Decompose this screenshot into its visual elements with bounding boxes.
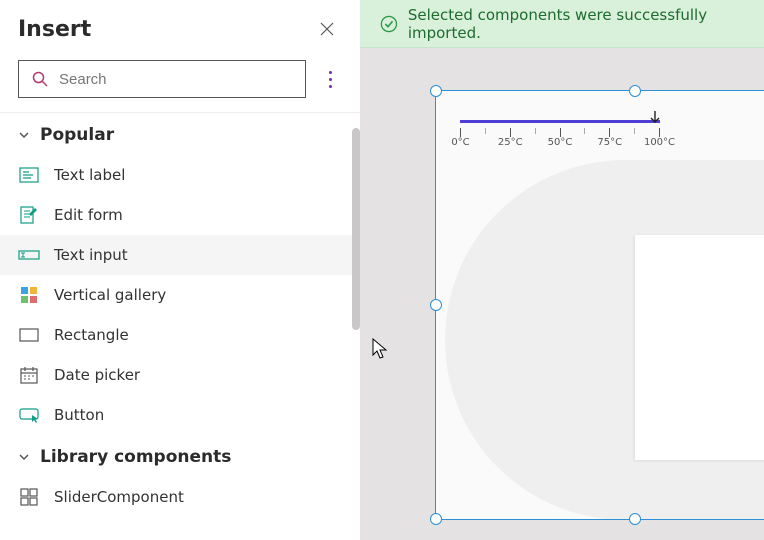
section-header-popular[interactable]: Popular — [0, 113, 360, 155]
item-button[interactable]: Button — [0, 395, 360, 435]
item-edit-form[interactable]: Edit form — [0, 195, 360, 235]
insert-panel: Insert Popular Text label — [0, 0, 360, 540]
search-icon — [31, 70, 49, 88]
item-label: Text input — [54, 246, 128, 264]
text-input-icon — [18, 245, 40, 265]
more-menu-button[interactable] — [318, 63, 342, 95]
component-icon — [18, 487, 40, 507]
text-label-icon — [18, 165, 40, 185]
resize-handle-tm[interactable] — [629, 85, 641, 97]
item-label: Vertical gallery — [54, 286, 166, 304]
vertical-gallery-icon — [18, 285, 40, 305]
chevron-down-icon — [18, 451, 30, 463]
close-icon — [319, 21, 335, 37]
search-input[interactable] — [59, 71, 293, 88]
component-list[interactable]: Popular Text label Edit form Text input — [0, 112, 360, 540]
edit-form-icon — [18, 205, 40, 225]
notification-bar: Selected components were successfully im… — [360, 0, 764, 48]
item-label: Button — [54, 406, 104, 424]
item-label: SliderComponent — [54, 488, 184, 506]
search-row — [0, 54, 360, 112]
dot-icon — [329, 85, 332, 88]
resize-handle-ml[interactable] — [430, 299, 442, 311]
section-header-library[interactable]: Library components — [0, 435, 360, 477]
item-slidercomponent[interactable]: SliderComponent — [0, 477, 360, 517]
date-picker-icon — [18, 365, 40, 385]
resize-handle-bl[interactable] — [430, 513, 442, 525]
dot-icon — [329, 78, 332, 81]
section-title: Library components — [40, 447, 231, 467]
item-rectangle[interactable]: Rectangle — [0, 315, 360, 355]
chevron-down-icon — [18, 129, 30, 141]
resize-handle-bm[interactable] — [629, 513, 641, 525]
notification-text: Selected components were successfully im… — [408, 6, 744, 42]
rectangle-icon — [18, 325, 40, 345]
scrollbar[interactable] — [352, 128, 360, 330]
item-text-input[interactable]: Text input — [0, 235, 360, 275]
search-box[interactable] — [18, 60, 306, 98]
dot-icon — [329, 71, 332, 74]
item-text-label[interactable]: Text label — [0, 155, 360, 195]
item-label: Edit form — [54, 206, 123, 224]
success-icon — [380, 14, 398, 34]
resize-handle-tl[interactable] — [430, 85, 442, 97]
item-label: Text label — [54, 166, 125, 184]
cursor-icon — [372, 338, 390, 360]
selection-outline[interactable] — [435, 90, 764, 520]
panel-title: Insert — [18, 17, 91, 42]
button-icon — [18, 405, 40, 425]
canvas-stage[interactable]: 0°C 25°C 50°C 75°C 100°C — [360, 48, 764, 540]
section-title: Popular — [40, 125, 114, 145]
item-label: Rectangle — [54, 326, 129, 344]
canvas-area: Selected components were successfully im… — [360, 0, 764, 540]
item-label: Date picker — [54, 366, 140, 384]
panel-header: Insert — [0, 0, 360, 54]
item-vertical-gallery[interactable]: Vertical gallery — [0, 275, 360, 315]
close-button[interactable] — [312, 14, 342, 44]
item-date-picker[interactable]: Date picker — [0, 355, 360, 395]
